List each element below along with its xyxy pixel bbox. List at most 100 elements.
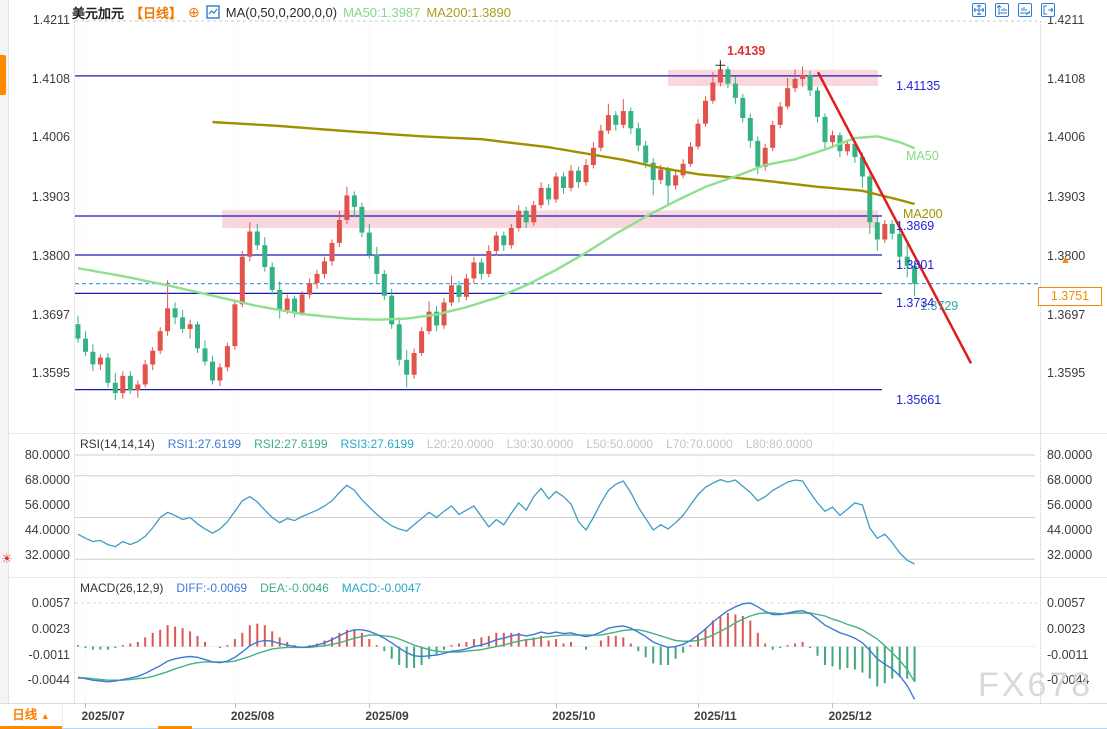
candle-body [150, 351, 155, 365]
candle-body [621, 111, 626, 125]
chart-type-icon[interactable] [206, 5, 220, 19]
candle-body [359, 207, 364, 233]
candle-body [778, 107, 783, 125]
candle-body [457, 285, 462, 297]
rsi-line [78, 480, 915, 564]
candle-body [277, 290, 282, 310]
candle-body [300, 295, 305, 313]
indicator-settings-icon[interactable]: ☀ [1, 552, 13, 566]
timeframe-label: 日线 [12, 708, 37, 722]
swing-high-cross-marker [715, 60, 725, 70]
chart-window: ☀ 美元加元 【日线】 ⊕ MA(0,50,0,200,0,0) MA50:1.… [0, 0, 1107, 729]
candle-body [225, 346, 230, 367]
candle-body [770, 125, 775, 148]
ma50-line-tag: MA50 [906, 150, 939, 163]
candle-body [800, 75, 805, 79]
macd-diff-label: DIFF:-0.0069 [176, 581, 247, 595]
candle-body [569, 171, 574, 188]
candle-body [292, 299, 297, 313]
candle-body [352, 195, 357, 207]
candle-body [890, 224, 895, 234]
candle-body [83, 339, 88, 352]
ma200-value-label: MA200:1.3890 [426, 5, 511, 20]
rsi1-value-label: RSI1:27.6199 [168, 437, 241, 451]
candle-body [188, 324, 193, 329]
candle-body [875, 222, 880, 239]
candle-body [688, 147, 693, 164]
line-price-label: 1.35661 [896, 394, 941, 407]
candle-body [785, 88, 790, 106]
rsi-l30-label: L30:30.0000 [507, 437, 574, 451]
macd-diff-line [78, 603, 915, 699]
candle-body [486, 251, 491, 274]
candle-body [815, 91, 820, 117]
rsi2-value-label: RSI2:27.6199 [254, 437, 327, 451]
candle-body [808, 75, 813, 91]
candle-body [307, 283, 312, 295]
candle-body [98, 358, 103, 365]
candle-body [203, 348, 208, 361]
symbol-title: 美元加元 [72, 3, 124, 22]
pan-crosshair-icon[interactable] [972, 3, 986, 17]
candle-body [180, 317, 185, 329]
rsi-params-label: RSI(14,14,14) [80, 437, 155, 451]
line-price-label: 1.41135 [896, 80, 940, 93]
candle-body [666, 170, 671, 186]
candle-body [591, 148, 596, 165]
candle-body [262, 245, 267, 267]
pop-out-icon[interactable] [1041, 3, 1055, 17]
line-price-label: 1.3734 [896, 297, 934, 310]
candle-body [165, 308, 170, 331]
candle-body [554, 177, 559, 200]
candle-body [845, 144, 850, 152]
candle-body [755, 141, 760, 167]
candle-body [897, 234, 902, 257]
macd-value-label: MACD:-0.0047 [342, 581, 421, 595]
timeframe-selector[interactable]: 日线 ▲ [0, 704, 63, 727]
candle-body [337, 220, 342, 243]
candle-body [232, 304, 237, 346]
candle-body [636, 128, 641, 145]
candle-body [471, 262, 476, 278]
candle-body [217, 367, 222, 380]
candle-body [613, 115, 618, 125]
candle-body [315, 274, 320, 283]
line-price-label: 1.3869 [896, 220, 934, 233]
candle-body [501, 236, 506, 246]
candle-body [120, 376, 125, 393]
candle-body [703, 101, 708, 124]
candle-body [479, 262, 484, 274]
macd-dea-label: DEA:-0.0046 [260, 581, 329, 595]
candle-body [285, 299, 290, 311]
period-tag[interactable]: 【日线】 [130, 3, 182, 22]
candle-body [255, 232, 260, 246]
candle-body [344, 195, 349, 220]
chevron-up-icon: ▲ [41, 711, 50, 721]
candle-body [823, 117, 828, 142]
chart-header: 美元加元 【日线】 ⊕ MA(0,50,0,200,0,0) MA50:1.39… [72, 4, 511, 20]
candle-body [240, 257, 245, 305]
candle-body [718, 69, 723, 82]
candle-body [740, 98, 745, 118]
ma-settings-label: MA(0,50,0,200,0,0) [226, 5, 337, 20]
candle-body [748, 118, 753, 141]
macd-legend: MACD(26,12,9) DIFF:-0.0069 DEA:-0.0046 M… [80, 581, 421, 595]
candle-body [733, 84, 738, 98]
candle-body [830, 135, 835, 142]
candle-body [90, 352, 95, 365]
scroll-to-latest-arrow[interactable]: ▲ [1060, 254, 1071, 266]
chart-canvas[interactable] [0, 0, 1107, 729]
rsi-l50-label: L50:50.0000 [586, 437, 653, 451]
candle-body [367, 233, 372, 255]
candle-body [576, 171, 581, 183]
supply-zone [222, 210, 878, 228]
time-axis-scale-icon[interactable] [1018, 3, 1032, 17]
candle-body [449, 285, 454, 302]
candle-body [867, 177, 872, 223]
price-axis-scale-icon[interactable] [995, 3, 1009, 17]
candle-body [531, 205, 536, 222]
candle-body [494, 236, 499, 252]
candle-body [128, 376, 133, 390]
add-indicator-icon[interactable]: ⊕ [188, 6, 200, 19]
candle-body [158, 331, 163, 351]
